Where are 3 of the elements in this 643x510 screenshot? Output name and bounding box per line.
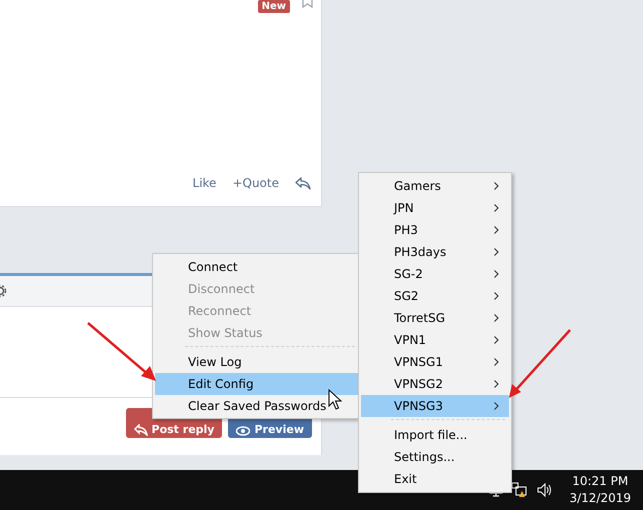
- new-badge: New: [258, 0, 290, 13]
- clock-date: 3/12/2019: [569, 490, 631, 507]
- clock-time: 10:21 PM: [572, 473, 628, 490]
